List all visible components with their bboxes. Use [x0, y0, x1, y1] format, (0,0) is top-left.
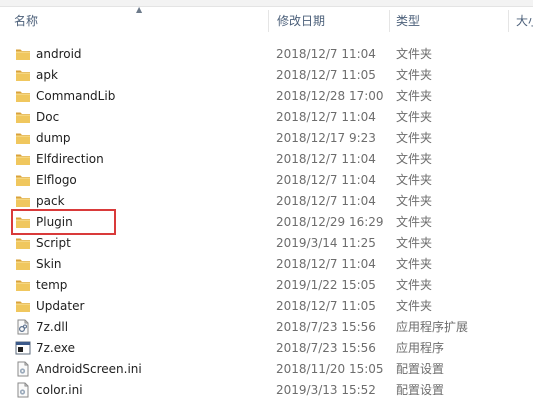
file-type: 应用程序	[396, 341, 445, 355]
file-name[interactable]: 7z.dll	[36, 317, 68, 338]
ini-file-icon	[15, 382, 31, 398]
modified-date: 2018/12/7 11:04	[276, 194, 376, 208]
file-row[interactable]: 7z.exe 2018/7/23 15:56 应用程序	[0, 338, 533, 359]
folder-icon	[15, 193, 31, 209]
annotation-highlight-box	[11, 209, 116, 235]
modified-date: 2019/1/22 15:05	[276, 278, 376, 292]
file-name[interactable]: apk	[36, 65, 58, 86]
file-name[interactable]: CommandLib	[36, 86, 115, 107]
file-name[interactable]: Skin	[36, 254, 62, 275]
column-divider[interactable]	[268, 10, 269, 32]
file-name[interactable]: dump	[36, 128, 71, 149]
folder-icon	[15, 298, 31, 314]
column-divider[interactable]	[508, 10, 509, 32]
folder-icon	[15, 277, 31, 293]
modified-date: 2018/12/28 17:00	[276, 89, 384, 103]
column-header-type[interactable]: 类型	[396, 8, 496, 34]
file-name[interactable]: Doc	[36, 107, 59, 128]
file-name[interactable]: Updater	[36, 296, 84, 317]
folder-row[interactable]: apk 2018/12/7 11:05 文件夹	[0, 65, 533, 86]
file-name[interactable]: Script	[36, 233, 71, 254]
modified-date: 2018/12/7 11:04	[276, 257, 376, 271]
column-header-date[interactable]: 修改日期	[277, 8, 382, 34]
folder-icon	[15, 256, 31, 272]
file-type: 文件夹	[396, 68, 433, 82]
file-type: 文件夹	[396, 152, 433, 166]
file-type: 文件夹	[396, 89, 433, 103]
modified-date: 2018/12/7 11:04	[276, 173, 376, 187]
dll-file-icon	[15, 319, 31, 335]
file-type: 文件夹	[396, 173, 433, 187]
file-type: 文件夹	[396, 299, 433, 313]
file-type: 配置设置	[396, 362, 445, 376]
folder-row[interactable]: android 2018/12/7 11:04 文件夹	[0, 44, 533, 65]
folder-row[interactable]: Updater 2018/12/7 11:05 文件夹	[0, 296, 533, 317]
file-name[interactable]: AndroidScreen.ini	[36, 359, 142, 380]
file-type: 文件夹	[396, 110, 433, 124]
folder-row[interactable]: Elflogo 2018/12/7 11:04 文件夹	[0, 170, 533, 191]
folder-row[interactable]: temp 2019/1/22 15:05 文件夹	[0, 275, 533, 296]
modified-date: 2018/7/23 15:56	[276, 320, 376, 334]
file-name[interactable]: temp	[36, 275, 67, 296]
exe-file-icon	[15, 340, 31, 356]
modified-date: 2018/12/7 11:04	[276, 110, 376, 124]
file-type: 文件夹	[396, 236, 433, 250]
file-type: 应用程序扩展	[396, 320, 469, 334]
modified-date: 2018/12/7 11:04	[276, 152, 376, 166]
folder-icon	[15, 130, 31, 146]
folder-icon	[15, 235, 31, 251]
folder-icon	[15, 109, 31, 125]
modified-date: 2018/12/7 11:04	[276, 47, 376, 61]
column-header-size[interactable]: 大小	[516, 8, 533, 34]
modified-date: 2019/3/14 11:25	[276, 236, 376, 250]
folder-icon	[15, 151, 31, 167]
folder-icon	[15, 172, 31, 188]
folder-row[interactable]: dump 2018/12/17 9:23 文件夹	[0, 128, 533, 149]
file-name[interactable]: android	[36, 44, 82, 65]
file-row[interactable]: AndroidScreen.ini 2018/11/20 15:05 配置设置	[0, 359, 533, 380]
file-row[interactable]: 7z.dll 2018/7/23 15:56 应用程序扩展	[0, 317, 533, 338]
modified-date: 2018/12/7 11:05	[276, 68, 376, 82]
modified-date: 2018/11/20 15:05	[276, 362, 384, 376]
column-header-name[interactable]: 名称	[14, 8, 264, 34]
file-name[interactable]: Elflogo	[36, 170, 77, 191]
file-type: 文件夹	[396, 194, 433, 208]
file-name[interactable]: 7z.exe	[36, 338, 75, 359]
file-type: 文件夹	[396, 278, 433, 292]
folder-icon	[15, 46, 31, 62]
folder-icon	[15, 88, 31, 104]
folder-row[interactable]: Script 2019/3/14 11:25 文件夹	[0, 233, 533, 254]
ini-file-icon	[15, 361, 31, 377]
folder-row[interactable]: Elfdirection 2018/12/7 11:04 文件夹	[0, 149, 533, 170]
file-type: 文件夹	[396, 257, 433, 271]
file-name[interactable]: Elfdirection	[36, 149, 104, 170]
top-edge	[0, 0, 533, 7]
file-type: 文件夹	[396, 47, 433, 61]
file-type: 文件夹	[396, 131, 433, 145]
column-header-row: 名称 修改日期 类型 大小	[0, 8, 533, 34]
column-divider[interactable]	[389, 10, 390, 32]
folder-icon	[15, 67, 31, 83]
modified-date: 2018/12/29 16:29	[276, 215, 384, 229]
modified-date: 2018/7/23 15:56	[276, 341, 376, 355]
file-type: 文件夹	[396, 215, 433, 229]
folder-row[interactable]: CommandLib 2018/12/28 17:00 文件夹	[0, 86, 533, 107]
folder-row[interactable]: Doc 2018/12/7 11:04 文件夹	[0, 107, 533, 128]
folder-row[interactable]: Skin 2018/12/7 11:04 文件夹	[0, 254, 533, 275]
modified-date: 2018/12/7 11:05	[276, 299, 376, 313]
modified-date: 2018/12/17 9:23	[276, 131, 376, 145]
